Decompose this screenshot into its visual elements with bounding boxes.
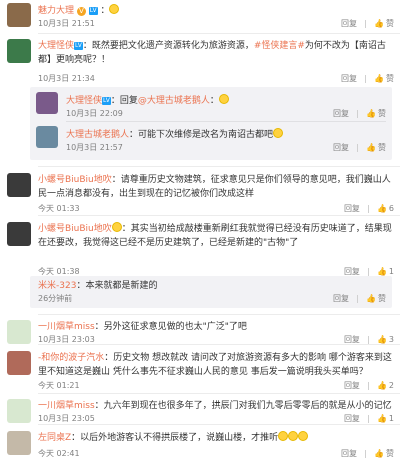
reply-button[interactable]: 回复 (333, 142, 349, 153)
level-badge: LV (102, 97, 111, 105)
timestamp: 10月3日 21:51 (38, 19, 95, 28)
username[interactable]: 魅力大理 (38, 6, 74, 16)
thumbs-up-icon: 👍 (374, 19, 384, 28)
reply-button[interactable]: 回复 (341, 73, 357, 84)
like-button[interactable]: 👍 2 (377, 381, 394, 390)
avatar[interactable] (7, 351, 31, 375)
like-button[interactable]: 👍 赞 (374, 18, 394, 29)
reply-thread: 大理怪侠LV：回复@大理古城老鹅人： 10月3日 22:09 回复 👍 赞 大理古… (30, 87, 392, 160)
smile-emoji-icon (109, 4, 120, 14)
like-button[interactable]: 👍 1 (377, 414, 394, 423)
avatar[interactable] (36, 126, 58, 148)
grin-emoji-icon (288, 431, 299, 441)
thumbs-up-icon: 👍 (366, 109, 376, 118)
timestamp: 今天 02:41 (38, 449, 80, 458)
reply-button[interactable]: 回复 (333, 293, 349, 304)
username[interactable]: 大理怪侠 (66, 96, 102, 106)
mention-link[interactable]: @大理古城老鹅人 (138, 96, 210, 106)
avatar[interactable] (7, 431, 31, 455)
avatar[interactable] (7, 173, 31, 197)
grin-emoji-icon (278, 431, 289, 441)
username[interactable]: 米米-323 (38, 281, 76, 291)
username[interactable]: 大理古城老鹅人 (66, 130, 129, 140)
smile-emoji-icon (218, 94, 229, 104)
username[interactable]: 一川烟草miss (38, 322, 95, 332)
like-button[interactable]: 👍 赞 (366, 142, 386, 153)
reply-button[interactable]: 回复 (344, 203, 360, 214)
username[interactable]: 小螺号BiuBiu地吹 (38, 224, 112, 234)
username[interactable]: 一川烟草miss (38, 401, 95, 411)
username[interactable]: 左同桌Z (38, 433, 71, 443)
like-button[interactable]: 👍 赞 (366, 293, 386, 304)
reply-button[interactable]: 回复 (341, 448, 357, 459)
grin-emoji-icon (298, 431, 309, 441)
like-button[interactable]: 👍 3 (377, 335, 394, 344)
avatar[interactable] (7, 222, 31, 246)
timestamp: 10月3日 21:34 (38, 74, 95, 83)
hashtag-link[interactable]: #怪侠建言# (254, 41, 305, 51)
like-button[interactable]: 👍 6 (377, 204, 394, 213)
avatar[interactable] (7, 3, 31, 27)
comment-top: 魅力大理 V LV ： 10月3日 21:51 回复 👍 赞 (0, 0, 400, 28)
username[interactable]: 小螺号BiuBiu地吹 (38, 175, 112, 185)
avatar[interactable] (7, 399, 31, 423)
reply-button[interactable]: 回复 (344, 413, 360, 424)
thumbs-up-icon: 👍 (376, 267, 387, 276)
username[interactable]: 大理怪侠 (38, 41, 74, 51)
reply-button[interactable]: 回复 (341, 18, 357, 29)
timestamp: 今天 01:33 (38, 204, 80, 213)
thumbs-up-icon: 👍 (366, 143, 376, 152)
thumbs-up-icon: 👍 (376, 335, 387, 344)
avatar[interactable] (7, 39, 31, 63)
timestamp: 10月3日 23:05 (38, 414, 95, 423)
thumbs-up-icon: 👍 (366, 294, 376, 303)
timestamp: 10月3日 22:09 (66, 109, 123, 118)
like-button[interactable]: 👍 赞 (374, 73, 394, 84)
reply-thread: 米米-323：本来就都是新建的 26分钟前 回复 👍 赞 (30, 276, 392, 308)
like-button[interactable]: 👍 赞 (366, 108, 386, 119)
thumbs-up-icon: 👍 (376, 414, 387, 423)
username[interactable]: -和你的波子汽水 (38, 353, 104, 363)
reply-button[interactable]: 回复 (333, 108, 349, 119)
level-badge: LV (88, 7, 98, 15)
like-button[interactable]: 👍 1 (377, 267, 394, 276)
timestamp: 10月3日 21:57 (66, 143, 123, 152)
timestamp: 26分钟前 (38, 294, 73, 303)
smile-emoji-icon (111, 222, 122, 232)
reply-button[interactable]: 回复 (344, 380, 360, 391)
like-button[interactable]: 👍 赞 (374, 448, 394, 459)
thumbs-up-icon: 👍 (376, 204, 387, 213)
avatar[interactable] (7, 320, 31, 344)
thumbs-up-icon: 👍 (374, 74, 384, 83)
smile-emoji-icon (273, 128, 284, 138)
level-badge: LV (74, 42, 83, 50)
verified-icon: V (76, 7, 86, 16)
thumbs-up-icon: 👍 (376, 381, 387, 390)
avatar[interactable] (36, 92, 58, 114)
thumbs-up-icon: 👍 (374, 449, 384, 458)
timestamp: 今天 01:21 (38, 381, 80, 390)
